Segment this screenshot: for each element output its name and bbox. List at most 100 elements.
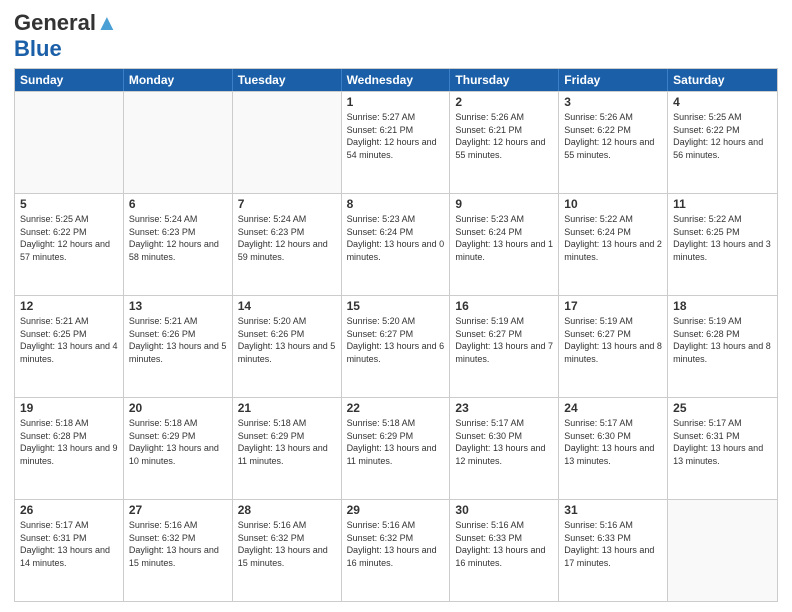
day-number: 29 [347,503,445,517]
day-number: 1 [347,95,445,109]
day-cell-14: 14 Sunrise: 5:20 AMSunset: 6:26 PMDayligh… [233,296,342,397]
cell-sun-info: Sunrise: 5:25 AMSunset: 6:22 PMDaylight:… [20,213,118,263]
day-of-week-saturday: Saturday [668,69,777,91]
cell-sun-info: Sunrise: 5:20 AMSunset: 6:27 PMDaylight:… [347,315,445,365]
day-cell-19: 19Sunrise: 5:18 AMSunset: 6:28 PMDayligh… [15,398,124,499]
cell-sun-info: Sunrise: 5:27 AMSunset: 6:21 PMDaylight:… [347,111,445,161]
day-number: 17 [564,299,662,313]
day-of-week-thursday: Thursday [450,69,559,91]
cell-sun-info: Sunrise: 5:17 AMSunset: 6:31 PMDaylight:… [20,519,118,569]
cell-sun-info: Sunrise: 5:19 AMSunset: 6:27 PMDaylight:… [564,315,662,365]
cell-sun-info: Sunrise: 5:20 AMSunset: 6:26 PMDaylight:… [238,315,336,365]
day-number: 24 [564,401,662,415]
cell-sun-info: Sunrise: 5:18 AMSunset: 6:29 PMDaylight:… [347,417,445,467]
day-number: 15 [347,299,445,313]
day-number: 3 [564,95,662,109]
cell-sun-info: Sunrise: 5:21 AMSunset: 6:26 PMDaylight:… [129,315,227,365]
logo-line2: Blue [14,36,118,62]
day-cell-18: 18 Sunrise: 5:19 AMSunset: 6:28 PMDayligh… [668,296,777,397]
logo-block: General▲ Blue [14,10,118,62]
cell-sun-info: Sunrise: 5:24 AMSunset: 6:23 PMDaylight:… [238,213,336,263]
day-cell-29: 29Sunrise: 5:16 AMSunset: 6:32 PMDayligh… [342,500,451,601]
day-number: 13 [129,299,227,313]
page: General▲ Blue SundayMondayTuesdayWednesd… [0,0,792,612]
logo-text-wrapper: General▲ Blue [14,10,118,62]
cell-sun-info: Sunrise: 5:22 AMSunset: 6:24 PMDaylight:… [564,213,662,263]
week-row-2: 5 Sunrise: 5:25 AMSunset: 6:22 PMDaylight… [15,193,777,295]
empty-cell [233,92,342,193]
day-number: 14 [238,299,336,313]
day-cell-10: 10 Sunrise: 5:22 AMSunset: 6:24 PMDayligh… [559,194,668,295]
cell-sun-info: Sunrise: 5:17 AMSunset: 6:30 PMDaylight:… [564,417,662,467]
cell-sun-info: Sunrise: 5:22 AMSunset: 6:25 PMDaylight:… [673,213,772,263]
day-of-week-wednesday: Wednesday [342,69,451,91]
cell-sun-info: Sunrise: 5:19 AMSunset: 6:27 PMDaylight:… [455,315,553,365]
day-of-week-monday: Monday [124,69,233,91]
day-cell-23: 23 Sunrise: 5:17 AMSunset: 6:30 PMDayligh… [450,398,559,499]
cell-sun-info: Sunrise: 5:23 AMSunset: 6:24 PMDaylight:… [347,213,445,263]
empty-cell [124,92,233,193]
day-number: 22 [347,401,445,415]
calendar-header: SundayMondayTuesdayWednesdayThursdayFrid… [15,69,777,91]
day-cell-3: 3 Sunrise: 5:26 AMSunset: 6:22 PMDaylight… [559,92,668,193]
day-number: 16 [455,299,553,313]
day-number: 23 [455,401,553,415]
day-cell-6: 6Sunrise: 5:24 AMSunset: 6:23 PMDaylight… [124,194,233,295]
day-cell-17: 17 Sunrise: 5:19 AMSunset: 6:27 PMDayligh… [559,296,668,397]
day-cell-21: 21 Sunrise: 5:18 AMSunset: 6:29 PMDayligh… [233,398,342,499]
cell-sun-info: Sunrise: 5:16 AMSunset: 6:33 PMDaylight:… [564,519,662,569]
day-cell-16: 16 Sunrise: 5:19 AMSunset: 6:27 PMDayligh… [450,296,559,397]
day-number: 11 [673,197,772,211]
day-cell-5: 5 Sunrise: 5:25 AMSunset: 6:22 PMDaylight… [15,194,124,295]
day-of-week-tuesday: Tuesday [233,69,342,91]
day-number: 18 [673,299,772,313]
cell-sun-info: Sunrise: 5:16 AMSunset: 6:33 PMDaylight:… [455,519,553,569]
week-row-1: 1 Sunrise: 5:27 AMSunset: 6:21 PMDaylight… [15,91,777,193]
week-row-4: 19Sunrise: 5:18 AMSunset: 6:28 PMDayligh… [15,397,777,499]
day-cell-7: 7Sunrise: 5:24 AMSunset: 6:23 PMDaylight… [233,194,342,295]
day-number: 5 [20,197,118,211]
day-cell-20: 20Sunrise: 5:18 AMSunset: 6:29 PMDayligh… [124,398,233,499]
calendar: SundayMondayTuesdayWednesdayThursdayFrid… [14,68,778,602]
day-number: 20 [129,401,227,415]
day-cell-13: 13 Sunrise: 5:21 AMSunset: 6:26 PMDayligh… [124,296,233,397]
week-row-5: 26Sunrise: 5:17 AMSunset: 6:31 PMDayligh… [15,499,777,601]
cell-sun-info: Sunrise: 5:26 AMSunset: 6:22 PMDaylight:… [564,111,662,161]
cell-sun-info: Sunrise: 5:26 AMSunset: 6:21 PMDaylight:… [455,111,553,161]
cell-sun-info: Sunrise: 5:17 AMSunset: 6:30 PMDaylight:… [455,417,553,467]
day-cell-15: 15 Sunrise: 5:20 AMSunset: 6:27 PMDayligh… [342,296,451,397]
logo: General▲ Blue [14,10,118,62]
header: General▲ Blue [14,10,778,62]
day-cell-11: 11 Sunrise: 5:22 AMSunset: 6:25 PMDayligh… [668,194,777,295]
cell-sun-info: Sunrise: 5:18 AMSunset: 6:29 PMDaylight:… [238,417,336,467]
day-cell-8: 8Sunrise: 5:23 AMSunset: 6:24 PMDaylight… [342,194,451,295]
cell-sun-info: Sunrise: 5:19 AMSunset: 6:28 PMDaylight:… [673,315,772,365]
day-cell-22: 22 Sunrise: 5:18 AMSunset: 6:29 PMDayligh… [342,398,451,499]
day-number: 21 [238,401,336,415]
day-number: 2 [455,95,553,109]
day-number: 4 [673,95,772,109]
cell-sun-info: Sunrise: 5:25 AMSunset: 6:22 PMDaylight:… [673,111,772,161]
day-number: 30 [455,503,553,517]
day-cell-27: 27Sunrise: 5:16 AMSunset: 6:32 PMDayligh… [124,500,233,601]
day-cell-4: 4 Sunrise: 5:25 AMSunset: 6:22 PMDaylight… [668,92,777,193]
day-cell-31: 31 Sunrise: 5:16 AMSunset: 6:33 PMDayligh… [559,500,668,601]
cell-sun-info: Sunrise: 5:21 AMSunset: 6:25 PMDaylight:… [20,315,118,365]
day-number: 10 [564,197,662,211]
day-cell-2: 2 Sunrise: 5:26 AMSunset: 6:21 PMDaylight… [450,92,559,193]
day-number: 28 [238,503,336,517]
day-number: 31 [564,503,662,517]
logo-line1: General▲ [14,10,118,36]
day-cell-24: 24 Sunrise: 5:17 AMSunset: 6:30 PMDayligh… [559,398,668,499]
empty-cell [15,92,124,193]
empty-cell [668,500,777,601]
cell-sun-info: Sunrise: 5:16 AMSunset: 6:32 PMDaylight:… [238,519,336,569]
day-of-week-friday: Friday [559,69,668,91]
day-number: 12 [20,299,118,313]
day-cell-1: 1 Sunrise: 5:27 AMSunset: 6:21 PMDaylight… [342,92,451,193]
day-cell-12: 12 Sunrise: 5:21 AMSunset: 6:25 PMDayligh… [15,296,124,397]
day-number: 27 [129,503,227,517]
day-cell-30: 30 Sunrise: 5:16 AMSunset: 6:33 PMDayligh… [450,500,559,601]
day-of-week-sunday: Sunday [15,69,124,91]
cell-sun-info: Sunrise: 5:18 AMSunset: 6:28 PMDaylight:… [20,417,118,467]
